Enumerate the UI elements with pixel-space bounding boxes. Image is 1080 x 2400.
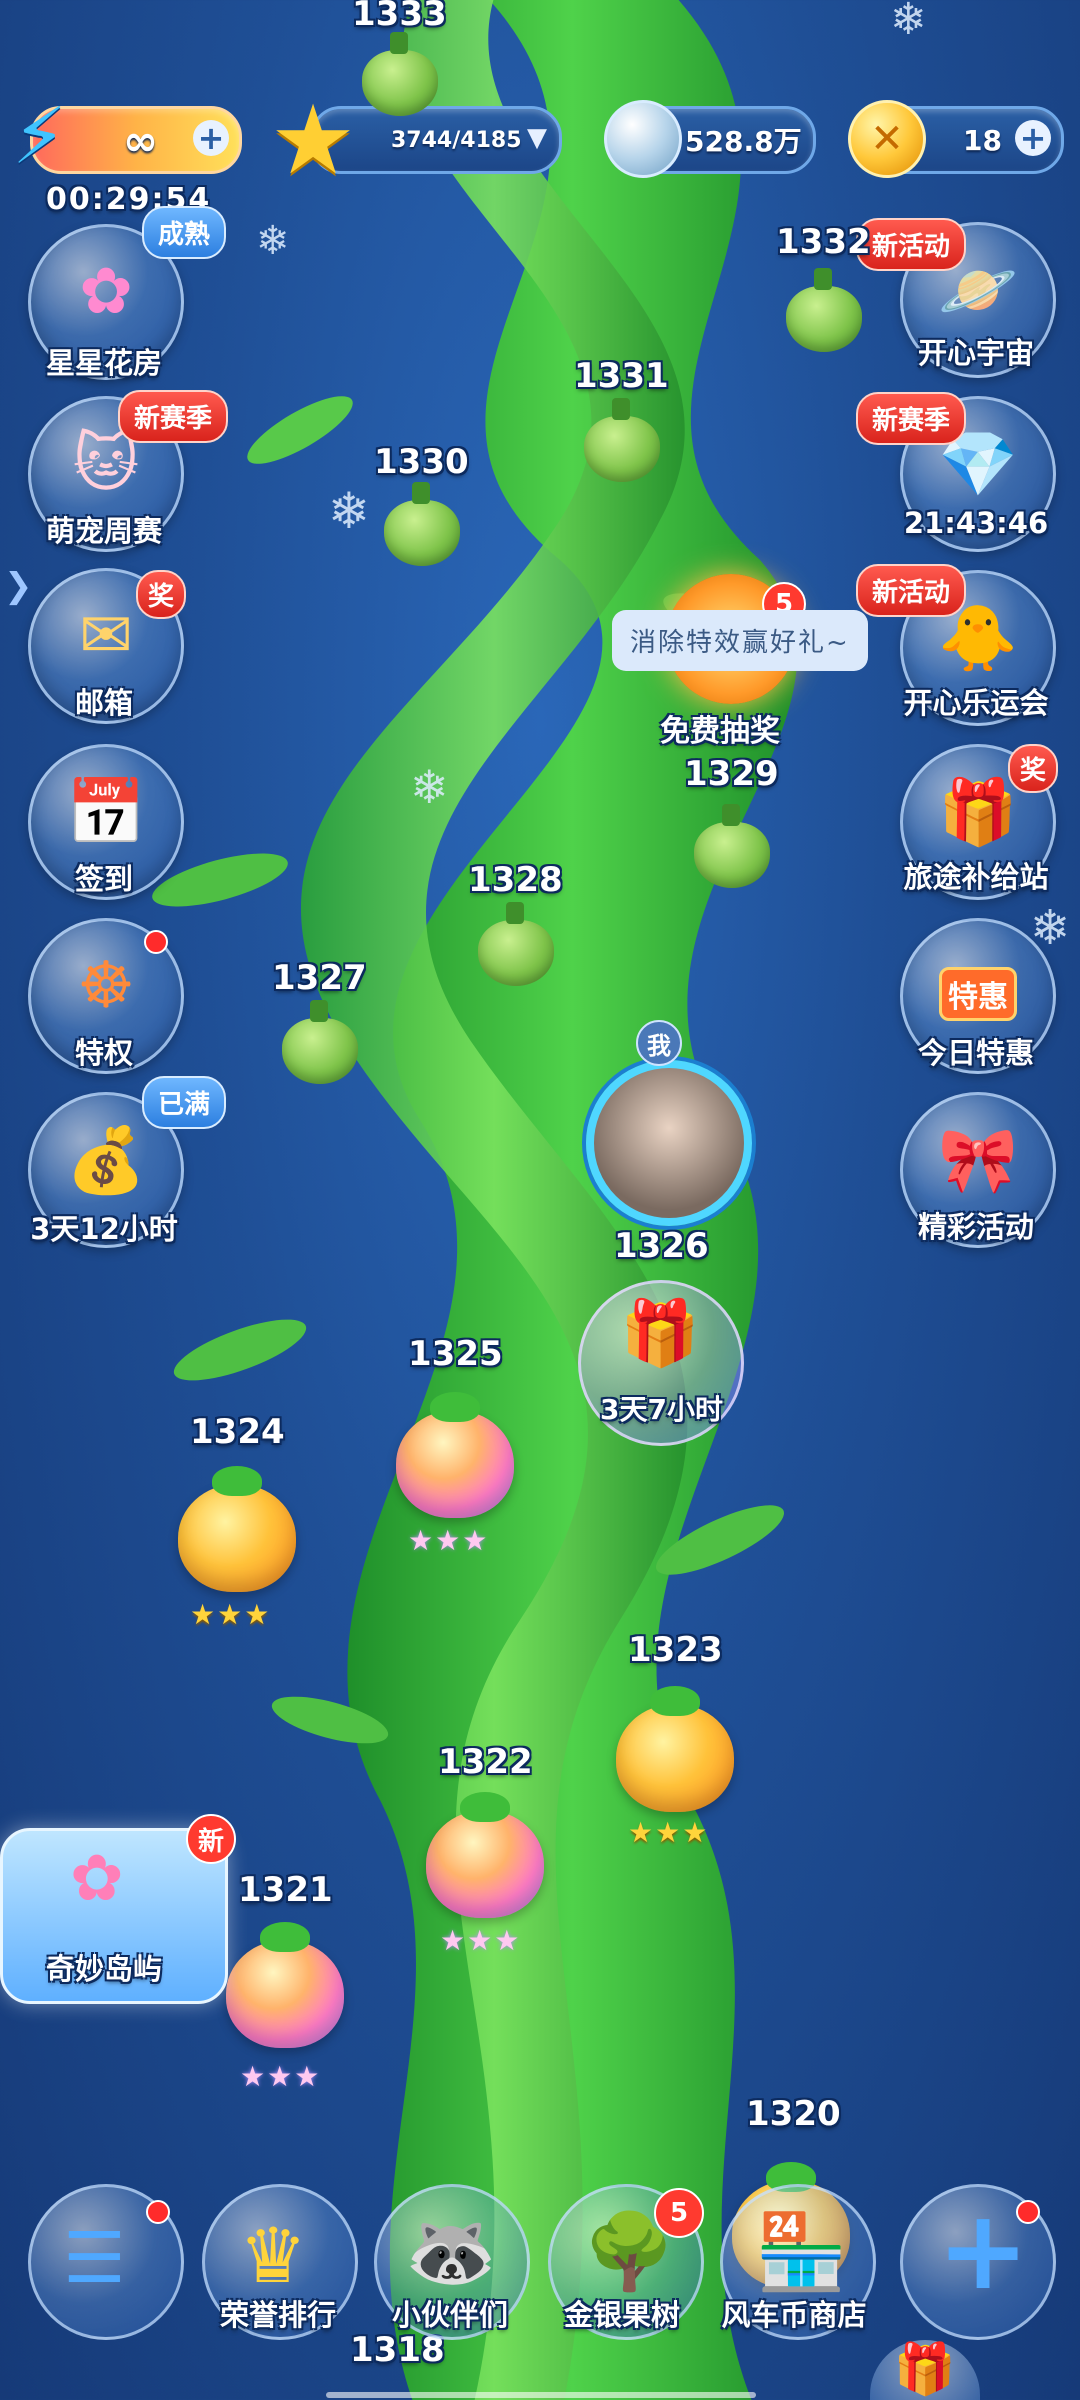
treasure-pot-icon: 💰 — [66, 1123, 146, 1198]
gift-box-icon: 🎁 — [938, 775, 1018, 850]
player-avatar[interactable] — [586, 1060, 752, 1226]
shop-stall-icon: 特惠 — [933, 951, 1023, 1037]
wonder-island-label: 奇妙岛屿 — [45, 1952, 162, 1986]
home-indicator — [326, 2392, 756, 2398]
shop-icon: 🏪 — [755, 2209, 848, 2295]
list-icon: ☰ — [63, 2217, 126, 2299]
deal-sign: 特惠 — [939, 967, 1017, 1021]
level-stars: ★★★ — [190, 1598, 272, 1631]
travel-supply-label: 旅途补给站 — [903, 860, 1049, 894]
level-number: 1327 — [272, 958, 367, 998]
snowflake-icon: ❄ — [890, 0, 927, 45]
lightning-icon: ⚡ — [12, 92, 67, 182]
level-number: 1331 — [574, 356, 669, 396]
silver-coin-icon — [604, 100, 682, 178]
level-number: 1323 — [628, 1630, 723, 1670]
money-tree-label: 金银果树 — [563, 2298, 680, 2332]
full-badge: 已满 — [142, 1076, 227, 1129]
windmill-shop-label: 风车币商店 — [721, 2298, 867, 2332]
calendar-icon: 📅 — [66, 775, 146, 850]
stars-value: 3744/4185 — [391, 127, 522, 153]
new-season-badge: 新赛季 — [856, 392, 967, 445]
level-number: 1330 — [374, 442, 469, 482]
level-stars: ★★★ — [240, 2060, 322, 2093]
honor-ranking-label: 荣誉排行 — [219, 2298, 336, 2332]
level-node[interactable] — [396, 1392, 514, 1518]
level-node[interactable] — [226, 1922, 344, 2048]
gift-timer: 3天7小时 — [600, 1393, 723, 1426]
me-tag: 我 — [636, 1020, 682, 1066]
money-tree-count-badge: 5 — [654, 2188, 704, 2238]
pet-weekly-label: 萌宠周赛 — [45, 514, 162, 548]
reward-badge: 奖 — [1008, 744, 1059, 793]
mailbox-label: 邮箱 — [74, 686, 133, 720]
coins-value: 528.8万 — [685, 125, 802, 158]
new-badge: 新 — [186, 1814, 236, 1864]
level-node[interactable] — [694, 804, 770, 888]
level-number: 1321 — [238, 1870, 333, 1910]
add-energy-button[interactable]: + — [193, 120, 229, 156]
level-number: 1320 — [746, 2094, 841, 2134]
reward-badge: 奖 — [136, 570, 187, 619]
mature-badge: 成熟 — [142, 206, 227, 259]
snowflake-icon: ❄ — [410, 760, 449, 814]
level-node[interactable] — [786, 268, 862, 352]
level-stars: ★★★ — [440, 1924, 522, 1957]
level-node[interactable] — [584, 398, 660, 482]
gift-box-icon: 🎁 — [620, 1297, 700, 1371]
level-node[interactable] — [426, 1792, 544, 1918]
lottery-tooltip: 消除特效赢好礼~ — [612, 610, 868, 671]
level-stars: ★★★ — [408, 1524, 490, 1557]
energy-value: ∞ — [123, 115, 158, 165]
happy-games-label: 开心乐运会 — [903, 686, 1049, 720]
level-number: 1328 — [468, 860, 563, 900]
season-timer-label: 21:43:46 — [903, 506, 1049, 540]
level-number: 1326 — [614, 1226, 709, 1266]
raccoon-icon: 🦝 — [405, 2209, 498, 2295]
dropdown-icon[interactable]: ▼ — [527, 123, 547, 153]
star-greenhouse-label: 星星花房 — [45, 346, 162, 380]
add-gold-button[interactable]: + — [1015, 120, 1051, 156]
level-number: 1332 — [776, 222, 871, 262]
notification-dot — [1016, 2200, 1040, 2224]
notification-dot — [144, 930, 168, 954]
daily-deal-label: 今日特惠 — [917, 1036, 1034, 1070]
buddies-label: 小伙伴们 — [391, 2298, 508, 2332]
level-node[interactable] — [478, 902, 554, 986]
gold-value: 18 — [963, 123, 1002, 157]
snowflake-icon: ❄ — [328, 482, 370, 540]
new-event-badge: 新活动 — [856, 218, 967, 271]
level-stars: ★★★ — [628, 1816, 710, 1849]
events-label: 精彩活动 — [917, 1210, 1034, 1244]
island-flower-icon: ✿ — [70, 1842, 124, 1916]
new-season-badge: 新赛季 — [118, 390, 229, 443]
crown-icon: ♛ — [239, 2211, 308, 2300]
level-node[interactable] — [178, 1466, 296, 1592]
treasure-timer-label: 3天12小时 — [30, 1212, 178, 1246]
level-node[interactable] — [384, 482, 460, 566]
level-number: 1324 — [190, 1412, 285, 1452]
new-event-badge: 新活动 — [856, 564, 967, 617]
presents-icon: 🎀 — [938, 1123, 1018, 1198]
gold-coin-icon: ✕ — [848, 100, 926, 178]
lucky-wheel-icon: ☸ — [77, 949, 135, 1023]
notification-dot — [146, 2200, 170, 2224]
level-node[interactable] — [362, 32, 438, 116]
flower-icon: ✿ — [79, 255, 133, 329]
level-number: 1322 — [438, 1742, 533, 1782]
level-number: 1325 — [408, 1334, 503, 1374]
lottery-label: 免费抽奖 — [660, 714, 780, 749]
star-icon: ★ — [270, 84, 357, 196]
level-number: 1333 — [352, 0, 447, 34]
chevron-right-icon[interactable]: ❯ — [4, 566, 33, 606]
level-number: 1329 — [684, 754, 779, 794]
level-node[interactable] — [616, 1686, 734, 1812]
happy-universe-label: 开心宇宙 — [917, 336, 1034, 370]
snowflake-icon: ❄ — [256, 218, 290, 264]
privilege-label: 特权 — [74, 1036, 133, 1070]
checkin-label: 签到 — [74, 862, 133, 896]
level-node[interactable] — [282, 1000, 358, 1084]
